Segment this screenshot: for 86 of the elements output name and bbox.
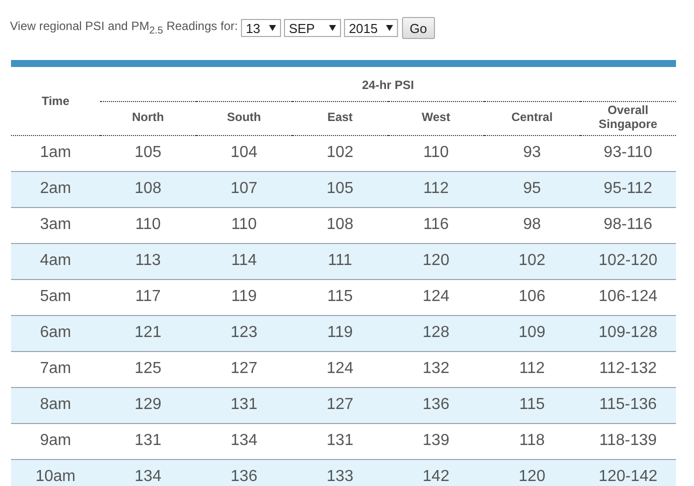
column-header: South [196, 101, 292, 135]
table-cell: 108 [292, 207, 388, 243]
table-cell: 142 [388, 459, 484, 486]
table-cell: 106 [484, 279, 580, 315]
table-cell: 121 [100, 315, 196, 351]
table-cell: 129 [100, 387, 196, 423]
table-cell: 104 [196, 135, 292, 171]
table-cell: 93-110 [580, 135, 676, 171]
table-cell: 120 [484, 459, 580, 486]
dropdown[interactable]: 13 [240, 19, 281, 37]
table-cell: 10am [11, 459, 100, 486]
table-cell: 124 [292, 351, 388, 387]
caret-icon [328, 25, 336, 31]
table-cell: 2am [11, 171, 100, 207]
table-cell: 9am [11, 423, 100, 459]
table-cell: 112 [388, 171, 484, 207]
table-cell: 127 [292, 387, 388, 423]
table-cell: 4am [11, 243, 100, 279]
filter-label: View regional PSI and PM$_{2.5}$ Readings for: [10, 19, 238, 37]
table-cell: 115-136 [580, 387, 676, 423]
table-cell: 128 [388, 315, 484, 351]
table-cell: 114 [196, 243, 292, 279]
table-cell: 110 [196, 207, 292, 243]
table-cell: 133 [292, 459, 388, 486]
table-cell: 115 [484, 387, 580, 423]
table-cell: 136 [196, 459, 292, 486]
table-cell: 1am [11, 135, 100, 171]
table-cell: 98-116 [580, 207, 676, 243]
table-cell: 110 [100, 207, 196, 243]
table-cell: 102 [484, 243, 580, 279]
table-cell: 132 [388, 351, 484, 387]
table-cell: 102-120 [580, 243, 676, 279]
table-cell: 124 [388, 279, 484, 315]
table-cell: 113 [100, 243, 196, 279]
table-cell: 120 [388, 243, 484, 279]
column-header: Time [11, 67, 100, 135]
table-cell: 98 [484, 207, 580, 243]
table-cell: 120-142 [580, 459, 676, 486]
table-cell: 131 [196, 387, 292, 423]
table-cell: 127 [196, 351, 292, 387]
table-cell: 112-132 [580, 351, 676, 387]
column-header: Overall Singapore [580, 101, 676, 135]
table-cell: 93 [484, 135, 580, 171]
table-cell: 116 [388, 207, 484, 243]
column-header: Central [484, 101, 580, 135]
table-cell: 110 [388, 135, 484, 171]
table-cell: 119 [196, 279, 292, 315]
table-cell: 6am [11, 315, 100, 351]
table-cell: 134 [196, 423, 292, 459]
table-cell: 7am [11, 351, 100, 387]
dropdown[interactable]: SEP [284, 19, 341, 37]
table-cell: 108 [100, 171, 196, 207]
caret-icon [386, 25, 393, 31]
table-cell: 95 [484, 171, 580, 207]
table-cell: 131 [100, 423, 196, 459]
column-header: West [388, 101, 484, 135]
column-header: East [292, 101, 388, 135]
table-cell: 139 [388, 423, 484, 459]
go-button[interactable]: Go [402, 17, 435, 39]
table-cell: 105 [292, 171, 388, 207]
table-cell: 8am [11, 387, 100, 423]
table-cell: 118-139 [580, 423, 676, 459]
table-cell: 115 [292, 279, 388, 315]
table-cell: 123 [196, 315, 292, 351]
table-cell: 105 [100, 135, 196, 171]
table-cell: 134 [100, 459, 196, 486]
table-cell: 106-124 [580, 279, 676, 315]
table-cell: 117 [100, 279, 196, 315]
table-cell: 109-128 [580, 315, 676, 351]
table-cell: 118 [484, 423, 580, 459]
table-cell: 125 [100, 351, 196, 387]
table-cell: 107 [196, 171, 292, 207]
table-cell: 109 [484, 315, 580, 351]
table-cell: 111 [292, 243, 388, 279]
caret-icon [268, 25, 276, 31]
table-cell: 112 [484, 351, 580, 387]
column-group-header: 24-hr PSI [100, 67, 676, 101]
table-cell: 131 [292, 423, 388, 459]
dropdown[interactable]: 2015 [344, 19, 398, 37]
table-cell: 5am [11, 279, 100, 315]
table-cell: 102 [292, 135, 388, 171]
column-header: North [100, 101, 196, 135]
table-cell: 119 [292, 315, 388, 351]
table-cell: 136 [388, 387, 484, 423]
table-cell: 95-112 [580, 171, 676, 207]
table-cell: 3am [11, 207, 100, 243]
